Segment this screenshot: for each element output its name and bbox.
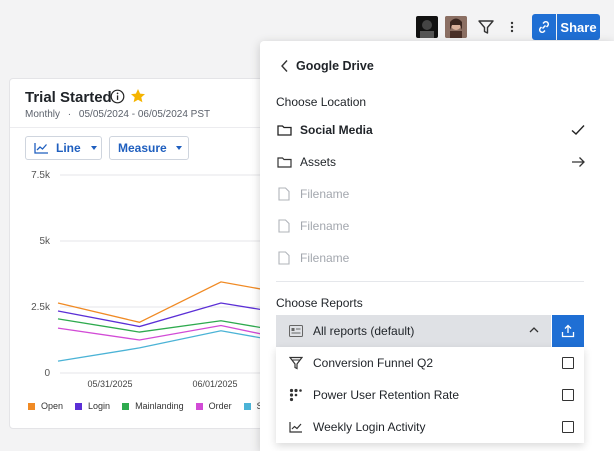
legend-item[interactable]: Open <box>28 401 63 411</box>
report-checkbox[interactable] <box>562 389 574 401</box>
star-icon[interactable] <box>130 88 146 104</box>
date-range: 05/05/2024 - 06/05/2024 PST <box>78 109 211 120</box>
legend-label: Login <box>88 401 111 411</box>
file-icon <box>276 219 292 233</box>
file-label: Filename <box>300 187 350 201</box>
report-checkbox[interactable] <box>562 357 574 369</box>
x-tick-label: 06/01/2025 <box>192 379 237 389</box>
measure-label: Measure <box>118 141 167 155</box>
chart-legend: OpenLoginMainlandingOrderSu <box>28 401 280 411</box>
avatar[interactable] <box>445 16 467 38</box>
legend-item[interactable]: Mainlanding <box>122 401 184 411</box>
location-heading: Choose Location <box>276 95 367 109</box>
chevron-down-icon <box>175 146 182 150</box>
report-label: Weekly Login Activity <box>313 420 426 434</box>
chevron-down-icon <box>90 146 97 150</box>
legend-swatch <box>28 402 35 410</box>
link-icon <box>538 20 550 34</box>
line-chart-icon <box>34 142 49 154</box>
location-item-file: Filename <box>276 215 586 237</box>
share-button[interactable]: Share <box>557 14 600 40</box>
y-tick-label: 7.5k <box>31 170 51 181</box>
more-options-icon[interactable] <box>506 17 518 37</box>
y-tick-label: 0 <box>44 368 50 379</box>
card-subtitle: Monthly · 05/05/2024 - 06/05/2024 PST <box>25 109 210 120</box>
legend-label: Order <box>208 401 232 411</box>
file-icon <box>276 251 292 265</box>
arrow-right-icon[interactable] <box>570 154 586 170</box>
card-title: Trial Started <box>25 89 112 106</box>
separator: · <box>67 109 72 120</box>
funnel-icon <box>289 356 303 370</box>
legend-swatch <box>75 402 83 410</box>
location-label: Social Media <box>300 123 373 137</box>
measure-dropdown[interactable]: Measure <box>109 136 189 160</box>
legend-item[interactable]: Order <box>195 401 232 411</box>
reports-dropdown[interactable]: All reports (default) <box>276 315 551 347</box>
location-item-file: Filename <box>276 183 586 205</box>
chart-type-label: Line <box>56 141 81 155</box>
divider <box>276 281 584 282</box>
back-chevron-icon[interactable] <box>280 59 290 73</box>
file-label: Filename <box>300 219 350 233</box>
legend-item[interactable]: Login <box>75 401 110 411</box>
panel-title: Google Drive <box>296 59 374 73</box>
frequency-label: Monthly <box>25 109 61 120</box>
folder-icon <box>276 123 292 137</box>
google-drive-panel: Google Drive Choose Location Social Medi… <box>260 41 614 451</box>
legend-swatch <box>195 402 203 410</box>
y-tick-label: 2.5k <box>31 302 51 313</box>
dropdown-value: All reports (default) <box>313 324 415 338</box>
upload-button[interactable] <box>552 315 584 347</box>
location-label: Assets <box>300 155 337 169</box>
report-item[interactable]: Conversion Funnel Q2 <box>276 347 584 379</box>
filter-icon[interactable] <box>476 17 496 37</box>
legend-label: Mainlanding <box>135 401 184 411</box>
report-label: Power User Retention Rate <box>313 388 460 402</box>
copy-link-button[interactable] <box>532 14 556 40</box>
location-item-social-media[interactable]: Social Media <box>276 119 586 141</box>
grid-dots-icon <box>289 388 303 402</box>
folder-icon <box>276 155 292 169</box>
reports-heading: Choose Reports <box>276 296 363 310</box>
top-toolbar: Share <box>0 14 614 42</box>
upload-icon <box>561 324 575 338</box>
report-list: Conversion Funnel Q2 Power User Retentio… <box>276 347 584 443</box>
legend-label: Open <box>41 401 64 411</box>
y-tick-label: 5k <box>39 236 51 247</box>
file-label: Filename <box>300 251 350 265</box>
report-item[interactable]: Power User Retention Rate <box>276 379 584 411</box>
checkmark-icon <box>570 122 586 138</box>
legend-swatch <box>122 402 130 410</box>
info-icon[interactable] <box>110 89 125 104</box>
chart-type-dropdown[interactable]: Line <box>25 136 102 160</box>
report-checkbox[interactable] <box>562 421 574 433</box>
line-chart-icon <box>289 420 303 434</box>
location-item-file: Filename <box>276 247 586 269</box>
location-item-assets[interactable]: Assets <box>276 151 586 173</box>
file-icon <box>276 187 292 201</box>
legend-swatch <box>243 402 251 410</box>
x-tick-label: 05/31/2025 <box>87 379 132 389</box>
report-label: Conversion Funnel Q2 <box>313 356 434 370</box>
report-list-icon <box>289 325 303 337</box>
report-item[interactable]: Weekly Login Activity <box>276 411 584 443</box>
avatar[interactable] <box>416 16 438 38</box>
chevron-up-icon <box>529 326 539 334</box>
